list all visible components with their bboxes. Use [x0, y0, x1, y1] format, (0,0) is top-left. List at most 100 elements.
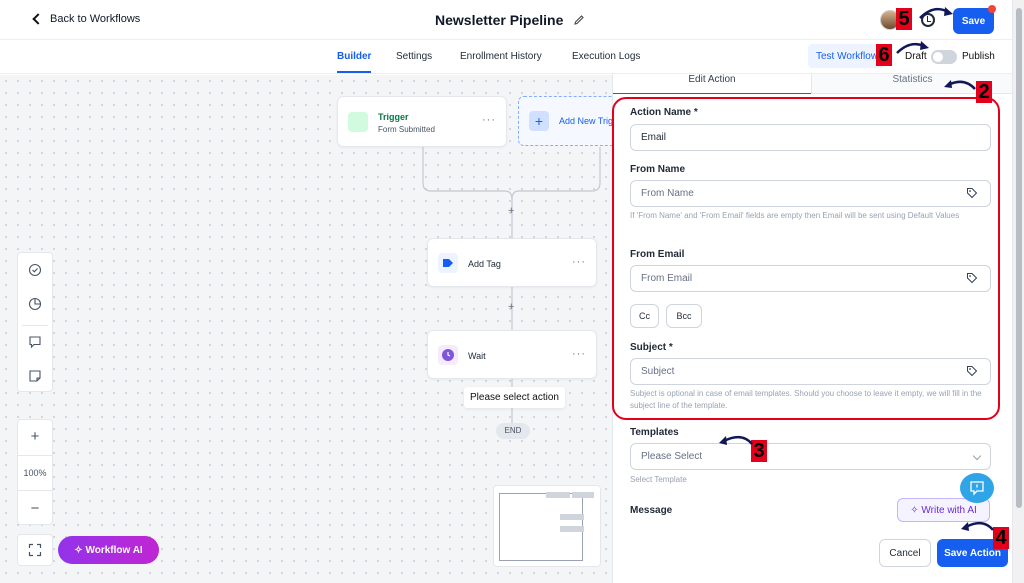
from-email-placeholder: From Email: [641, 273, 693, 284]
write-with-ai-label: Write with AI: [921, 504, 977, 516]
test-workflow-button[interactable]: Test Workflow: [808, 44, 886, 68]
wait-node-title: Wait: [468, 351, 486, 361]
zoom-level: 100%: [23, 468, 47, 478]
trigger-node[interactable]: Trigger Form Submitted ···: [337, 96, 507, 147]
add-step-icon[interactable]: +: [508, 205, 514, 217]
subject-input[interactable]: Subject: [630, 358, 991, 385]
zoom-controls: + 100% −: [17, 419, 53, 525]
tab-edit-action[interactable]: Edit Action: [613, 74, 811, 94]
top-bar: Back to Workflows Newsletter Pipeline Sa…: [0, 0, 1012, 40]
tab-enrollment-history[interactable]: Enrollment History: [460, 51, 542, 62]
subject-label: Subject *: [630, 342, 673, 353]
action-name-input[interactable]: Email: [630, 124, 991, 151]
check-circle-icon[interactable]: [18, 255, 52, 285]
zoom-in-button[interactable]: +: [18, 422, 52, 452]
action-name-label: Action Name *: [630, 107, 698, 118]
zoom-out-button[interactable]: −: [18, 494, 52, 524]
from-name-input[interactable]: From Name: [630, 180, 991, 207]
scrollbar-thumb[interactable]: [1016, 8, 1022, 508]
workflow-ai-button[interactable]: ✧ Workflow AI: [58, 536, 159, 564]
minimap-node: [560, 526, 584, 532]
templates-select[interactable]: Please Select: [630, 443, 991, 470]
tab-builder[interactable]: Builder: [337, 51, 372, 73]
tag-icon: [438, 253, 458, 273]
back-label: Back to Workflows: [50, 13, 141, 25]
annotation-badge-2: 2: [976, 81, 992, 103]
templates-placeholder: Please Select: [641, 451, 703, 462]
templates-label: Templates: [630, 427, 679, 438]
chat-support-icon[interactable]: [960, 473, 994, 503]
workflow-canvas[interactable]: + + Trigger Form Submitted ··· + Add New…: [0, 75, 612, 583]
cancel-button[interactable]: Cancel: [879, 539, 931, 567]
trigger-node-title: Trigger: [378, 112, 409, 122]
comment-icon[interactable]: [18, 327, 52, 357]
zoom-divider: [18, 490, 52, 491]
subject-placeholder: Subject: [641, 366, 675, 377]
edit-action-panel: Edit Action Statistics Action Name * Ema…: [612, 74, 1013, 583]
zoom-divider: [18, 455, 52, 456]
minimap[interactable]: [493, 485, 601, 567]
from-name-label: From Name: [630, 164, 686, 175]
minimap-node: [546, 492, 570, 498]
add-new-trigger-label: Add New Trigger: [559, 116, 612, 126]
workflow-ai-label: Workflow AI: [85, 544, 143, 556]
canvas-toolbar: [17, 252, 53, 392]
chevron-down-icon: [972, 451, 982, 461]
pencil-icon[interactable]: [573, 14, 585, 26]
templates-help: Select Template: [630, 475, 687, 484]
from-email-input[interactable]: From Email: [630, 265, 991, 292]
clipboard-icon: [348, 112, 368, 132]
cc-button[interactable]: Cc: [630, 304, 659, 328]
annotation-arrow-4: [961, 521, 994, 531]
sparkle-icon: ✧: [910, 504, 922, 516]
annotation-arrow-3: [719, 435, 753, 445]
publish-toggle[interactable]: [931, 50, 957, 64]
chevron-left-icon: [32, 13, 44, 25]
add-tag-node[interactable]: Add Tag ···: [427, 238, 597, 287]
back-to-workflows-link[interactable]: Back to Workflows: [32, 13, 141, 25]
minimap-node: [560, 514, 584, 520]
publish-label: Publish: [962, 51, 995, 62]
minimap-node: [572, 492, 594, 498]
tab-execution-logs[interactable]: Execution Logs: [572, 51, 640, 62]
add-step-icon[interactable]: +: [508, 301, 514, 313]
clock-icon: [438, 345, 458, 365]
add-new-trigger-node[interactable]: + Add New Trigger: [518, 96, 612, 146]
add-tag-node-title: Add Tag: [468, 259, 501, 269]
annotation-arrow-2: [944, 80, 976, 90]
more-options-icon[interactable]: ···: [572, 256, 586, 268]
annotation-arrow-5: [919, 7, 953, 19]
from-name-help: If 'From Name' and 'From Email' fields a…: [630, 211, 960, 220]
page-title: Newsletter Pipeline: [435, 12, 585, 28]
page-scrollbar[interactable]: [1012, 0, 1024, 583]
tag-icon[interactable]: [966, 272, 978, 284]
from-email-label: From Email: [630, 249, 685, 260]
select-action-tooltip: Please select action: [464, 387, 565, 408]
bcc-button[interactable]: Bcc: [666, 304, 702, 328]
annotation-arrow-6: [896, 41, 929, 54]
annotation-badge-5: 5: [896, 8, 912, 30]
save-button[interactable]: Save: [953, 8, 994, 34]
tag-icon[interactable]: [966, 365, 978, 377]
tag-icon[interactable]: [966, 187, 978, 199]
more-options-icon[interactable]: ···: [572, 348, 586, 360]
notification-dot: [988, 5, 996, 13]
pie-chart-icon[interactable]: [18, 289, 52, 319]
workflow-name: Newsletter Pipeline: [435, 12, 564, 28]
expand-icon: [28, 543, 42, 557]
trigger-node-subtitle: Form Submitted: [378, 125, 435, 134]
message-label: Message: [630, 505, 673, 516]
wait-node[interactable]: Wait ···: [427, 330, 597, 379]
sticky-note-icon[interactable]: [18, 361, 52, 391]
from-name-placeholder: From Name: [641, 188, 694, 199]
sparkle-icon: ✧: [74, 544, 86, 556]
annotation-badge-6: 6: [876, 44, 892, 66]
toolbar-divider: [22, 325, 48, 326]
plus-icon: +: [529, 111, 549, 131]
end-node: END: [496, 423, 530, 439]
annotation-badge-4: 4: [993, 527, 1009, 549]
tab-settings[interactable]: Settings: [396, 51, 432, 62]
subject-help: Subject is optional in case of email tem…: [630, 389, 982, 410]
more-options-icon[interactable]: ···: [482, 114, 496, 126]
fit-view-button[interactable]: [17, 534, 53, 566]
